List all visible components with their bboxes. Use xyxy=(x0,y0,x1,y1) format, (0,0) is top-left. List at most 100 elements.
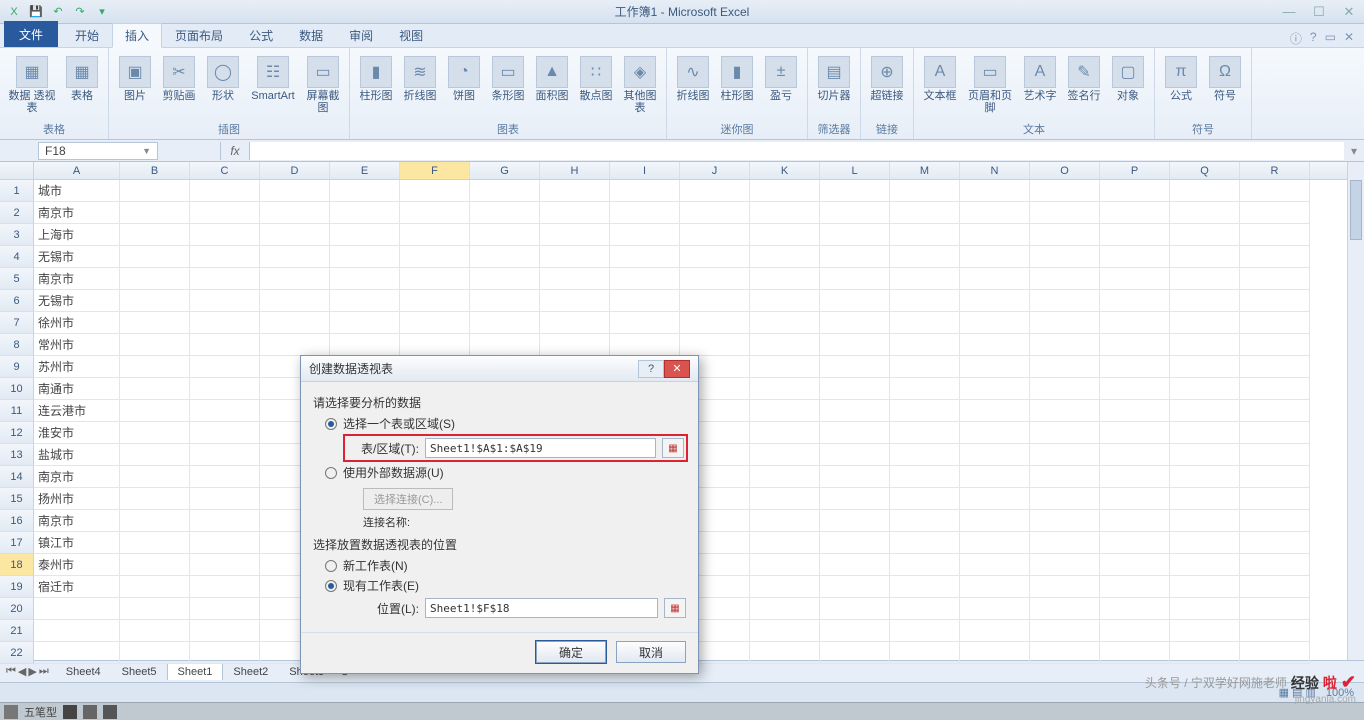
cell[interactable] xyxy=(820,334,890,356)
cell[interactable] xyxy=(1030,554,1100,576)
cell[interactable] xyxy=(1240,444,1310,466)
cell[interactable] xyxy=(1240,466,1310,488)
cell[interactable] xyxy=(890,356,960,378)
cell[interactable] xyxy=(680,334,750,356)
cell[interactable] xyxy=(330,224,400,246)
sheet-nav-last-icon[interactable]: ⏭ xyxy=(39,665,49,678)
cell[interactable] xyxy=(610,268,680,290)
cell[interactable] xyxy=(890,224,960,246)
cell[interactable] xyxy=(400,202,470,224)
tab-数据[interactable]: 数据 xyxy=(286,23,336,47)
cell[interactable] xyxy=(610,202,680,224)
cell[interactable] xyxy=(260,224,330,246)
ribbon-button[interactable]: ✎签名行 xyxy=(1064,54,1104,104)
cell[interactable] xyxy=(1100,202,1170,224)
cell[interactable] xyxy=(330,290,400,312)
row-header[interactable]: 17 xyxy=(0,532,34,554)
cell[interactable] xyxy=(1100,356,1170,378)
ribbon-button[interactable]: A艺术字 xyxy=(1020,54,1060,104)
dialog-close-button[interactable]: ✕ xyxy=(664,360,690,378)
cell[interactable] xyxy=(960,598,1030,620)
cell[interactable] xyxy=(820,378,890,400)
cell[interactable] xyxy=(1030,378,1100,400)
cell[interactable] xyxy=(610,312,680,334)
cell[interactable] xyxy=(120,312,190,334)
ribbon-button[interactable]: A文本框 xyxy=(920,54,960,104)
cell[interactable] xyxy=(1240,268,1310,290)
cell[interactable] xyxy=(960,378,1030,400)
cell[interactable]: 常州市 xyxy=(34,334,120,356)
row-header[interactable]: 7 xyxy=(0,312,34,334)
cell[interactable] xyxy=(400,180,470,202)
cell[interactable] xyxy=(1030,312,1100,334)
cell[interactable] xyxy=(1170,290,1240,312)
ribbon-button[interactable]: ∿折线图 xyxy=(673,54,713,104)
cell[interactable] xyxy=(890,378,960,400)
cell[interactable] xyxy=(960,488,1030,510)
cell[interactable] xyxy=(750,268,820,290)
cell[interactable] xyxy=(120,400,190,422)
cell[interactable] xyxy=(960,422,1030,444)
cell[interactable] xyxy=(1030,246,1100,268)
tab-公式[interactable]: 公式 xyxy=(236,23,286,47)
cell[interactable] xyxy=(680,312,750,334)
cell[interactable] xyxy=(120,180,190,202)
cell[interactable] xyxy=(1240,180,1310,202)
cell[interactable] xyxy=(190,576,260,598)
cell[interactable] xyxy=(820,598,890,620)
cell[interactable] xyxy=(820,620,890,642)
cell[interactable] xyxy=(260,290,330,312)
ribbon-button[interactable]: ▣图片 xyxy=(115,54,155,104)
cell[interactable] xyxy=(750,444,820,466)
radio-existing-sheet[interactable] xyxy=(325,580,337,592)
cell[interactable] xyxy=(890,246,960,268)
cell[interactable] xyxy=(1100,488,1170,510)
column-header[interactable]: I xyxy=(610,162,680,179)
cell[interactable] xyxy=(540,268,610,290)
column-header[interactable]: G xyxy=(470,162,540,179)
cell[interactable] xyxy=(120,598,190,620)
cell[interactable] xyxy=(190,488,260,510)
cell[interactable] xyxy=(190,268,260,290)
cell[interactable] xyxy=(960,510,1030,532)
ribbon-button[interactable]: Ω符号 xyxy=(1205,54,1245,104)
ribbon-button[interactable]: ▭屏幕截图 xyxy=(303,54,343,116)
cell[interactable]: 泰州市 xyxy=(34,554,120,576)
column-header[interactable]: O xyxy=(1030,162,1100,179)
cell[interactable] xyxy=(1240,378,1310,400)
cell[interactable] xyxy=(120,422,190,444)
cell[interactable] xyxy=(260,334,330,356)
fx-icon[interactable]: fx xyxy=(220,142,250,160)
cell[interactable] xyxy=(260,180,330,202)
cell[interactable] xyxy=(890,620,960,642)
cell[interactable] xyxy=(1030,356,1100,378)
cell[interactable] xyxy=(1240,202,1310,224)
cell[interactable] xyxy=(890,312,960,334)
cell[interactable] xyxy=(190,246,260,268)
cell[interactable] xyxy=(120,290,190,312)
cell[interactable] xyxy=(750,246,820,268)
cell[interactable] xyxy=(1030,598,1100,620)
cell[interactable] xyxy=(1240,224,1310,246)
taskbar-icon[interactable] xyxy=(63,705,77,719)
cell[interactable] xyxy=(960,444,1030,466)
column-header[interactable]: K xyxy=(750,162,820,179)
cell[interactable]: 淮安市 xyxy=(34,422,120,444)
cell[interactable] xyxy=(190,620,260,642)
column-header[interactable]: F xyxy=(400,162,470,179)
cell[interactable] xyxy=(540,246,610,268)
cell[interactable] xyxy=(120,510,190,532)
ime-icon[interactable] xyxy=(4,705,18,719)
cell[interactable] xyxy=(120,620,190,642)
ribbon-button[interactable]: ▭页眉和页脚 xyxy=(964,54,1016,116)
cell[interactable] xyxy=(960,268,1030,290)
cancel-button[interactable]: 取消 xyxy=(616,641,686,663)
radio-external-source[interactable] xyxy=(325,467,337,479)
cell[interactable]: 南通市 xyxy=(34,378,120,400)
cell[interactable] xyxy=(1030,510,1100,532)
cell[interactable] xyxy=(1100,576,1170,598)
tab-插入[interactable]: 插入 xyxy=(112,23,162,48)
cell[interactable] xyxy=(750,598,820,620)
help-icon[interactable]: ? xyxy=(1310,30,1317,47)
cell[interactable] xyxy=(1170,642,1240,664)
